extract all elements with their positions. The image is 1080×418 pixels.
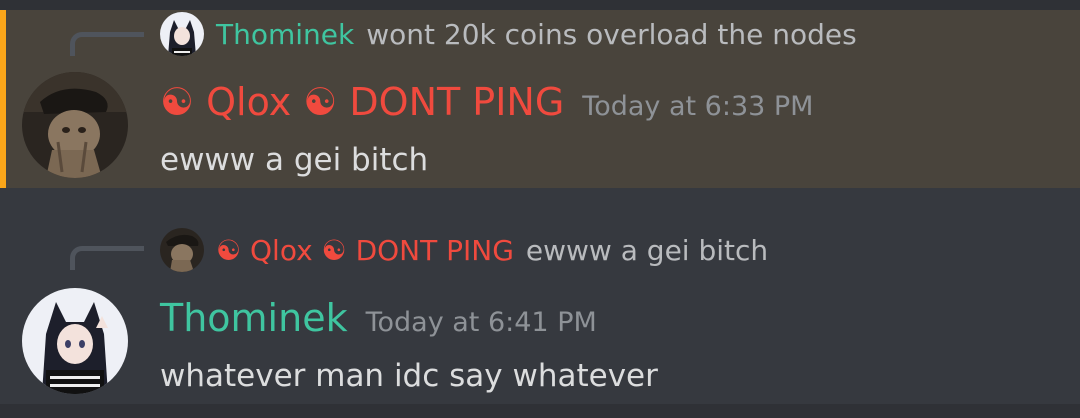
message-content: whatever man idc say whatever bbox=[160, 358, 658, 394]
cat-with-hat-avatar-icon[interactable] bbox=[22, 72, 128, 178]
chat-log: Thominek wont 20k coins overload the nod… bbox=[0, 0, 1080, 418]
reply-spine bbox=[70, 32, 144, 56]
author-name[interactable]: ☯ Qlox ☯ DONT PING bbox=[160, 80, 564, 124]
message-divider bbox=[0, 0, 1080, 10]
anime-avatar-icon[interactable] bbox=[160, 12, 204, 56]
mention-highlight-bar bbox=[0, 10, 6, 188]
message-header: ☯ Qlox ☯ DONT PING Today at 6:33 PM bbox=[160, 80, 813, 124]
message-content: ewww a gei bitch bbox=[160, 142, 429, 178]
reply-text[interactable]: wont 20k coins overload the nodes bbox=[366, 18, 856, 51]
message-header: Thominek Today at 6:41 PM bbox=[160, 296, 597, 340]
reply-preview[interactable]: ☯ Qlox ☯ DONT PING ewww a gei bitch bbox=[160, 228, 768, 272]
reply-author-name[interactable]: ☯ Qlox ☯ DONT PING bbox=[216, 234, 514, 267]
message-item[interactable]: ☯ Qlox ☯ DONT PING ewww a gei bitch Thom… bbox=[0, 188, 1080, 404]
reply-text[interactable]: ewww a gei bitch bbox=[526, 234, 768, 267]
author-name[interactable]: Thominek bbox=[160, 296, 348, 340]
anime-avatar-icon[interactable] bbox=[22, 288, 128, 394]
reply-author-name[interactable]: Thominek bbox=[216, 18, 354, 51]
timestamp[interactable]: Today at 6:41 PM bbox=[366, 307, 597, 338]
reply-preview[interactable]: Thominek wont 20k coins overload the nod… bbox=[160, 12, 857, 56]
reply-spine bbox=[70, 246, 144, 270]
message-item[interactable]: Thominek wont 20k coins overload the nod… bbox=[0, 10, 1080, 188]
cat-with-hat-avatar-icon[interactable] bbox=[160, 228, 204, 272]
message-divider bbox=[0, 404, 1080, 418]
timestamp[interactable]: Today at 6:33 PM bbox=[582, 91, 813, 122]
